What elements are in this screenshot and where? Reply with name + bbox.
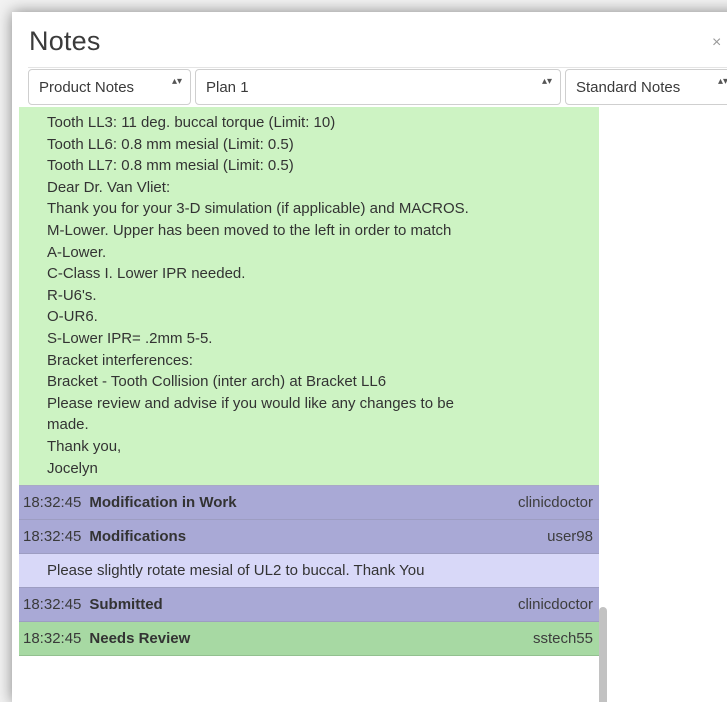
note-line: Thank you, <box>47 437 122 455</box>
note-line: Tooth LL6: 0.8 mm mesial (Limit: 0.5) <box>47 135 294 153</box>
log-row[interactable]: 18:32:45 Submitted clinicdoctor <box>19 588 599 623</box>
note-line: Please review and advise if you would li… <box>47 394 454 412</box>
note-line: Tooth LL3: 11 deg. buccal torque (Limit:… <box>47 114 336 131</box>
notes-type-value: Product Notes <box>39 78 135 96</box>
log-comment: Please slightly rotate mesial of UL2 to … <box>19 554 599 589</box>
plan-select[interactable]: Plan 1 ▴▾ <box>195 69 561 105</box>
note-line: R-U6's. <box>47 286 97 304</box>
log-scrollbar[interactable] <box>598 107 610 702</box>
title-divider <box>28 67 727 68</box>
log-status: Needs Review <box>89 630 191 648</box>
plan-value: Plan 1 <box>206 78 249 96</box>
note-line: M-Lower. Upper has been moved to the lef… <box>47 221 452 239</box>
log-time: 18:32:45 <box>23 596 82 614</box>
log-time: 18:32:45 <box>23 494 82 512</box>
note-line: Dear Dr. Van Vliet: <box>47 178 171 196</box>
template-value: Standard Notes <box>576 78 681 96</box>
select-arrows-icon: ▴▾ <box>717 76 727 87</box>
log-status: Modification in Work <box>89 494 237 512</box>
scrollbar-thumb[interactable] <box>599 607 607 702</box>
notes-log[interactable]: Tooth LL3: 11 deg. buccal torque (Limit:… <box>19 107 599 702</box>
notes-dialog: Notes × Product Notes ▴▾ Plan 1 ▴▾ Stand… <box>12 12 727 702</box>
log-status: Modifications <box>89 528 187 546</box>
note-line: Bracket - Tooth Collision (inter arch) a… <box>47 373 387 391</box>
note-line: Bracket interferences: <box>47 351 193 369</box>
close-icon[interactable]: × <box>712 34 721 52</box>
select-arrows-icon: ▴▾ <box>171 76 182 87</box>
note-line: Thank you for your 3-D simulation (if ap… <box>47 200 469 218</box>
note-line: made. <box>47 416 89 434</box>
template-select[interactable]: Standard Notes ▴▾ <box>565 69 727 105</box>
note-line: C-Class I. Lower IPR needed. <box>47 265 246 283</box>
log-row[interactable]: 18:32:45 Modification in Work clinicdoct… <box>19 486 599 521</box>
notes-type-select[interactable]: Product Notes ▴▾ <box>28 69 191 105</box>
note-line: A-Lower. <box>47 243 107 261</box>
log-user: clinicdoctor <box>517 596 593 614</box>
note-line: S-Lower IPR= .2mm 5-5. <box>47 329 213 347</box>
note-line: Tooth LL7: 0.8 mm mesial (Limit: 0.5) <box>47 157 294 175</box>
log-time: 18:32:45 <box>23 630 82 648</box>
log-row[interactable]: 18:32:45 Modifications user98 <box>19 520 599 555</box>
note-text-block: Tooth LL3: 11 deg. buccal torque (Limit:… <box>19 107 599 487</box>
log-time: 18:32:45 <box>23 528 82 546</box>
log-user: sstech55 <box>532 630 593 648</box>
log-user: user98 <box>547 528 593 546</box>
note-line: Jocelyn <box>47 459 98 477</box>
select-arrows-icon: ▴▾ <box>541 76 552 87</box>
log-user: clinicdoctor <box>517 494 593 512</box>
dialog-title: Notes <box>29 26 101 56</box>
note-line: O-UR6. <box>47 308 98 326</box>
log-row[interactable]: 18:32:45 Needs Review sstech55 <box>19 622 599 657</box>
log-status: Submitted <box>89 596 163 614</box>
